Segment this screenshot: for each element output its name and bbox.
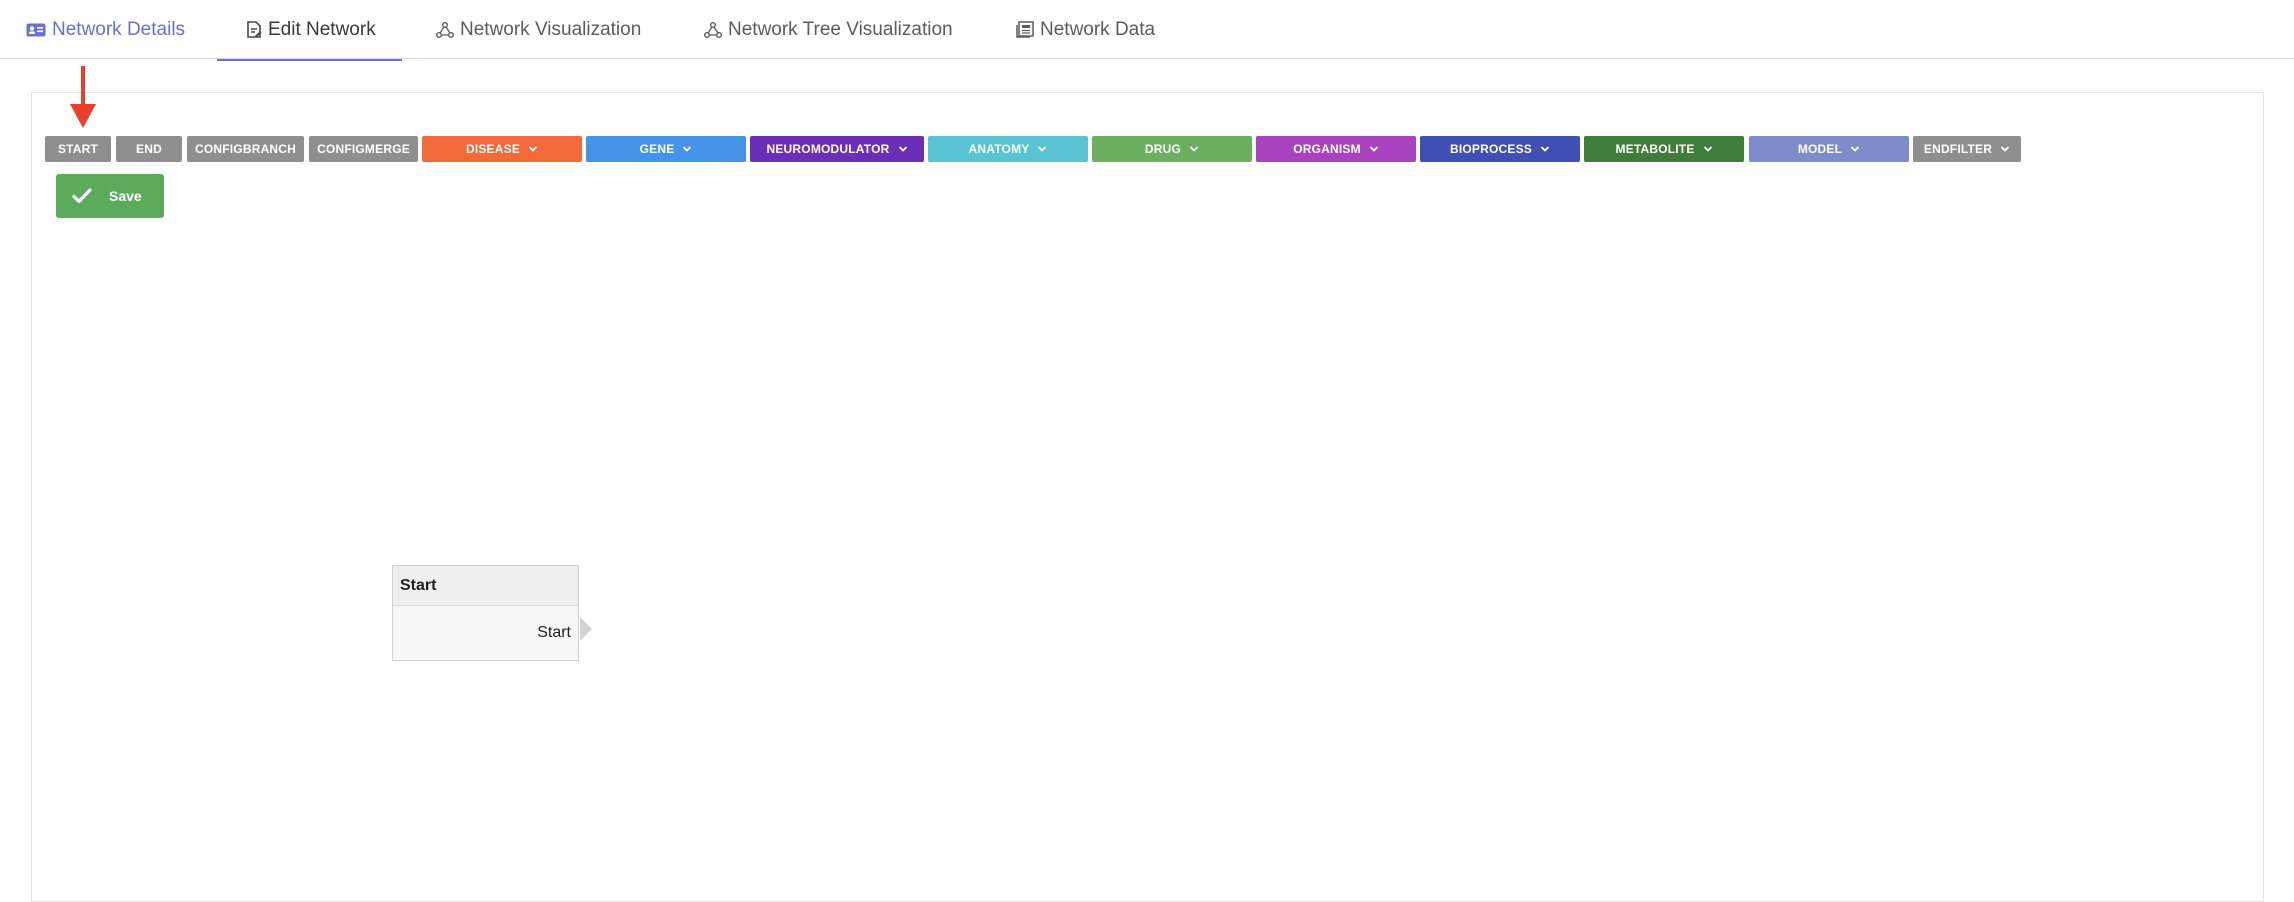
button-label: DRUG [1144,142,1182,156]
button-label: NEUROMODULATOR [766,142,890,156]
anatomy-dropdown-button[interactable]: ANATOMY [928,136,1088,162]
chevron-down-icon [1703,146,1712,152]
model-dropdown-button[interactable]: MODEL [1749,136,1909,162]
metabolite-dropdown-button[interactable]: METABOLITE [1584,136,1744,162]
chevron-down-icon [1189,146,1199,152]
save-button[interactable]: Save [56,174,164,218]
tab-label: Edit Network [268,18,376,40]
tab-bar: Network Details Edit Network Network Vis… [0,0,2294,61]
chevron-down-icon [683,146,692,152]
start-node[interactable]: Start Start [392,565,579,661]
button-label: METABOLITE [1615,142,1695,156]
tab-network-visualization[interactable]: Network Visualization [436,0,641,59]
chevron-down-icon [528,146,538,152]
chevron-down-icon [1540,146,1550,152]
id-card-icon [26,22,46,38]
tab-label: Network Details [52,18,186,40]
chevron-down-icon [1851,146,1860,152]
button-label: CONFIGBRANCH [194,142,297,156]
button-label: BIOPROCESS [1449,142,1532,156]
chevron-down-icon [1038,146,1047,152]
button-label: DISEASE [465,142,521,156]
drug-dropdown-button[interactable]: DRUG [1092,136,1252,162]
edit-document-icon [246,20,262,39]
tab-network-tree-visualization[interactable]: Network Tree Visualization [704,0,953,59]
button-label: CONFIGMERGE [317,142,410,156]
node-output-label: Start [537,624,571,641]
bioprocess-dropdown-button[interactable]: BIOPROCESS [1420,136,1580,162]
button-label: ORGANISM [1293,142,1361,156]
network-icon [436,21,454,38]
data-table-icon [1016,21,1034,38]
button-label: GENE [639,142,675,156]
chevron-down-icon [898,146,907,152]
button-label: END [136,142,162,156]
tab-label: Network Visualization [460,18,642,40]
arrow-down-icon [70,66,96,128]
configbranch-button[interactable]: CONFIGBRANCH [187,136,304,162]
output-port-handle[interactable] [580,617,592,641]
button-label: ENDFILTER [1923,142,1993,156]
node-title: Start [393,566,578,606]
save-label: Save [109,188,142,204]
chevron-down-icon [1369,146,1378,152]
disease-dropdown-button[interactable]: DISEASE [422,136,582,162]
tab-edit-network[interactable]: Edit Network [217,0,402,61]
organism-dropdown-button[interactable]: ORGANISM [1256,136,1416,162]
endfilter-dropdown-button[interactable]: ENDFILTER [1913,136,2021,162]
neuromodulator-dropdown-button[interactable]: NEUROMODULATOR [750,136,924,162]
tab-network-details[interactable]: Network Details [26,0,185,59]
chevron-down-icon [2000,146,2010,152]
button-label: START [57,142,99,156]
network-tree-icon [704,21,722,38]
button-label: ANATOMY [968,142,1030,156]
tab-label: Network Data [1040,18,1156,40]
gene-dropdown-button[interactable]: GENE [586,136,746,162]
tab-network-data[interactable]: Network Data [1016,0,1155,59]
button-label: MODEL [1797,142,1843,156]
tab-label: Network Tree Visualization [728,18,953,40]
start-button[interactable]: START [45,136,111,162]
editor-canvas[interactable] [31,92,2264,902]
end-button[interactable]: END [116,136,182,162]
configmerge-button[interactable]: CONFIGMERGE [309,136,418,162]
checkmark-icon [72,188,92,204]
